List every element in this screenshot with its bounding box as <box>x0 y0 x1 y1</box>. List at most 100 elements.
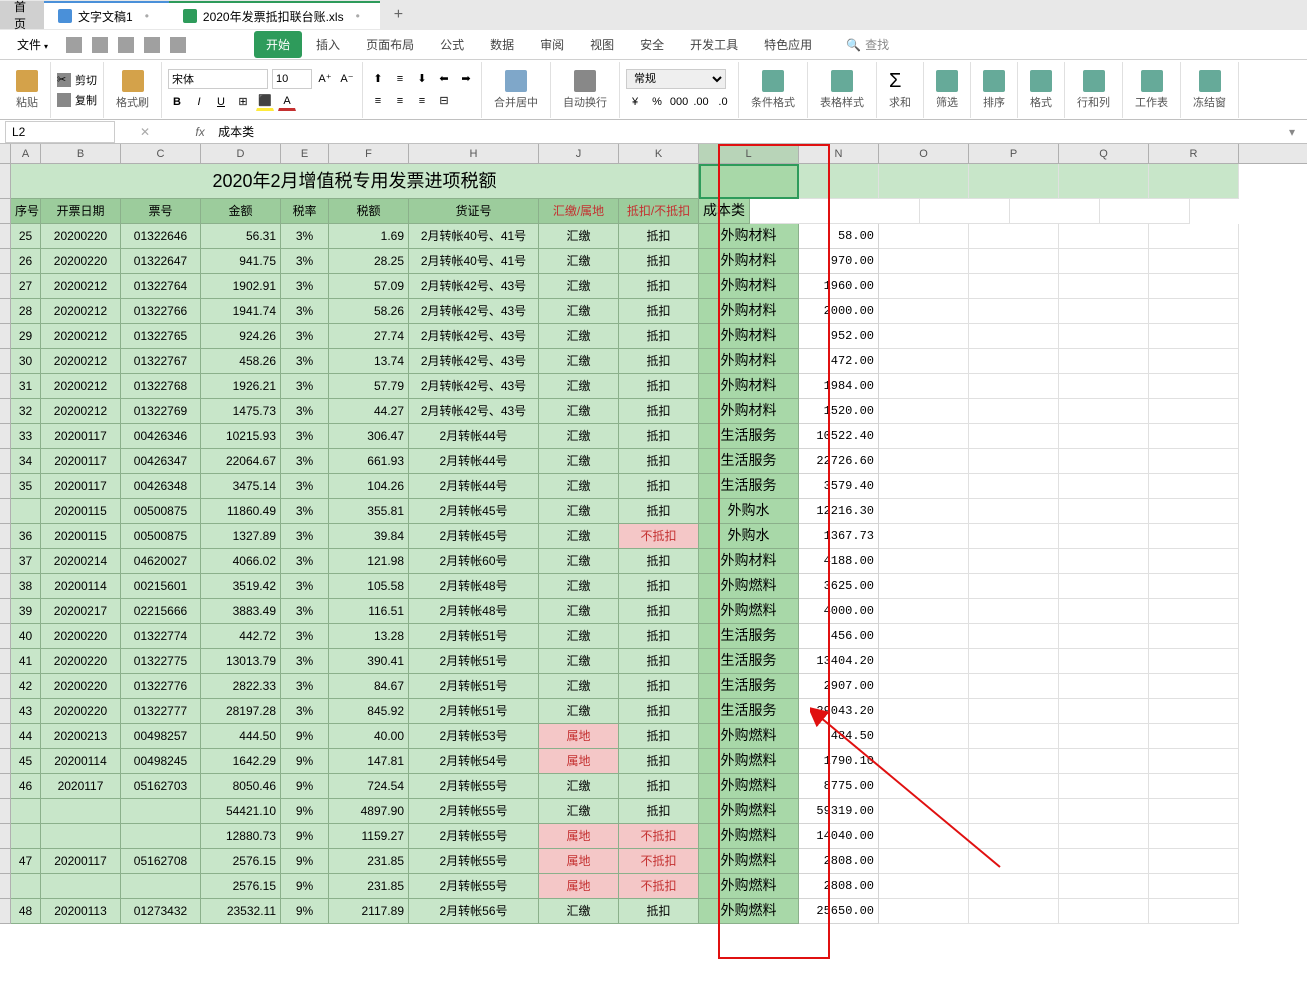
header-J[interactable]: 汇缴/属地 <box>539 199 619 224</box>
cell-date[interactable]: 20200115 <box>41 499 121 524</box>
cell-rate[interactable]: 9% <box>281 824 329 849</box>
cell-invoice[interactable]: 05162703 <box>121 774 201 799</box>
cell-date[interactable]: 20200212 <box>41 324 121 349</box>
cell-cost-type[interactable]: 外购材料 <box>699 299 799 324</box>
cell-cost-type[interactable]: 生活服务 <box>699 649 799 674</box>
cell-date[interactable]: 20200212 <box>41 374 121 399</box>
cell-invoice[interactable]: 00500875 <box>121 499 201 524</box>
cell-rate[interactable]: 9% <box>281 799 329 824</box>
cell-invoice[interactable]: 01322764 <box>121 274 201 299</box>
cell-tax[interactable]: 58.26 <box>329 299 409 324</box>
cell-cost-type[interactable]: 外购材料 <box>699 349 799 374</box>
cell-invoice[interactable]: 01322766 <box>121 299 201 324</box>
size-select[interactable] <box>272 69 312 89</box>
cell-tax[interactable]: 44.27 <box>329 399 409 424</box>
cell-total[interactable]: 1520.00 <box>799 399 879 424</box>
cell-seq[interactable] <box>11 799 41 824</box>
cell-seq[interactable]: 46 <box>11 774 41 799</box>
cell-invoice[interactable]: 01322769 <box>121 399 201 424</box>
cell-seq[interactable]: 45 <box>11 749 41 774</box>
cell-tax[interactable]: 845.92 <box>329 699 409 724</box>
cell-remit[interactable]: 汇缴 <box>539 649 619 674</box>
cell-remit[interactable]: 汇缴 <box>539 499 619 524</box>
header-K[interactable]: 抵扣/不抵扣 <box>619 199 699 224</box>
cell-rate[interactable]: 3% <box>281 524 329 549</box>
align-bottom-icon[interactable]: ⬇ <box>413 70 431 88</box>
cell-date[interactable]: 20200212 <box>41 299 121 324</box>
cell-total[interactable]: 29043.20 <box>799 699 879 724</box>
cell-deduct[interactable]: 抵扣 <box>619 749 699 774</box>
cell-seq[interactable] <box>11 824 41 849</box>
cell-seq[interactable]: 34 <box>11 449 41 474</box>
cell-tax[interactable]: 724.54 <box>329 774 409 799</box>
cell-cost-type[interactable]: 生活服务 <box>699 449 799 474</box>
wrap-text-button[interactable]: 自动换行 <box>557 68 613 112</box>
cell-total[interactable]: 4000.00 <box>799 599 879 624</box>
cell-amount[interactable]: 941.75 <box>201 249 281 274</box>
cell-total[interactable]: 12216.30 <box>799 499 879 524</box>
cell-deduct[interactable]: 不抵扣 <box>619 524 699 549</box>
cell-seq[interactable] <box>11 499 41 524</box>
cell-invoice[interactable]: 00500875 <box>121 524 201 549</box>
col-header-B[interactable]: B <box>41 144 121 163</box>
cell-date[interactable]: 20200117 <box>41 449 121 474</box>
header-F[interactable]: 税额 <box>329 199 409 224</box>
cell-date[interactable]: 20200115 <box>41 524 121 549</box>
cell-remit[interactable]: 属地 <box>539 724 619 749</box>
select-all-corner[interactable] <box>0 144 11 163</box>
cell-rate[interactable]: 9% <box>281 849 329 874</box>
cell-amount[interactable]: 2822.33 <box>201 674 281 699</box>
cell-amount[interactable]: 8050.46 <box>201 774 281 799</box>
cell-remit[interactable]: 汇缴 <box>539 224 619 249</box>
cell-tax[interactable]: 231.85 <box>329 849 409 874</box>
cell-cost-type[interactable]: 外购燃料 <box>699 824 799 849</box>
cell-date[interactable]: 20200114 <box>41 749 121 774</box>
font-select[interactable] <box>168 69 268 89</box>
cell-remit[interactable]: 汇缴 <box>539 349 619 374</box>
cell-total[interactable]: 10522.40 <box>799 424 879 449</box>
cell-voucher[interactable]: 2月转帐55号 <box>409 799 539 824</box>
rowcol-button[interactable]: 行和列 <box>1071 68 1116 112</box>
cell-cost-type[interactable]: 外购燃料 <box>699 899 799 924</box>
cell-remit[interactable]: 汇缴 <box>539 249 619 274</box>
cell-remit[interactable]: 汇缴 <box>539 549 619 574</box>
cell-total[interactable]: 58.00 <box>799 224 879 249</box>
merge-expand-icon[interactable]: ⊟ <box>435 92 453 110</box>
cell-cost-type[interactable]: 外购水 <box>699 524 799 549</box>
italic-button[interactable]: I <box>190 93 208 111</box>
cell-tax[interactable]: 306.47 <box>329 424 409 449</box>
cell-seq[interactable]: 33 <box>11 424 41 449</box>
autosum-button[interactable]: Σ求和 <box>883 68 917 112</box>
cell-date[interactable]: 20200220 <box>41 674 121 699</box>
tab-home[interactable]: 首页 <box>0 1 44 29</box>
cell-seq[interactable]: 37 <box>11 549 41 574</box>
cell-tax[interactable]: 39.84 <box>329 524 409 549</box>
cell-tax[interactable]: 1.69 <box>329 224 409 249</box>
cell-seq[interactable]: 39 <box>11 599 41 624</box>
cell-voucher[interactable]: 2月转帐48号 <box>409 599 539 624</box>
underline-button[interactable]: U <box>212 93 230 111</box>
cell-tax[interactable]: 661.93 <box>329 449 409 474</box>
menu-review[interactable]: 审阅 <box>528 31 576 58</box>
cell-remit[interactable]: 汇缴 <box>539 699 619 724</box>
cell-deduct[interactable]: 抵扣 <box>619 624 699 649</box>
cell-cost-type[interactable]: 外购材料 <box>699 374 799 399</box>
cell-tax[interactable]: 13.74 <box>329 349 409 374</box>
cell-date[interactable]: 20200212 <box>41 349 121 374</box>
cell-total[interactable]: 472.00 <box>799 349 879 374</box>
cell-total[interactable]: 2808.00 <box>799 849 879 874</box>
cell-amount[interactable]: 3519.42 <box>201 574 281 599</box>
cell-deduct[interactable]: 不抵扣 <box>619 824 699 849</box>
preview-icon[interactable] <box>118 37 134 53</box>
cell-deduct[interactable]: 抵扣 <box>619 399 699 424</box>
cell-voucher[interactable]: 2月转帐44号 <box>409 424 539 449</box>
cond-format-button[interactable]: 条件格式 <box>745 68 801 112</box>
cell-remit[interactable]: 汇缴 <box>539 449 619 474</box>
cell-remit[interactable]: 汇缴 <box>539 899 619 924</box>
cell-seq[interactable]: 44 <box>11 724 41 749</box>
cell-invoice[interactable]: 01322774 <box>121 624 201 649</box>
cell-invoice[interactable] <box>121 799 201 824</box>
cell-rate[interactable]: 3% <box>281 274 329 299</box>
cell-seq[interactable]: 25 <box>11 224 41 249</box>
cell-deduct[interactable]: 抵扣 <box>619 224 699 249</box>
